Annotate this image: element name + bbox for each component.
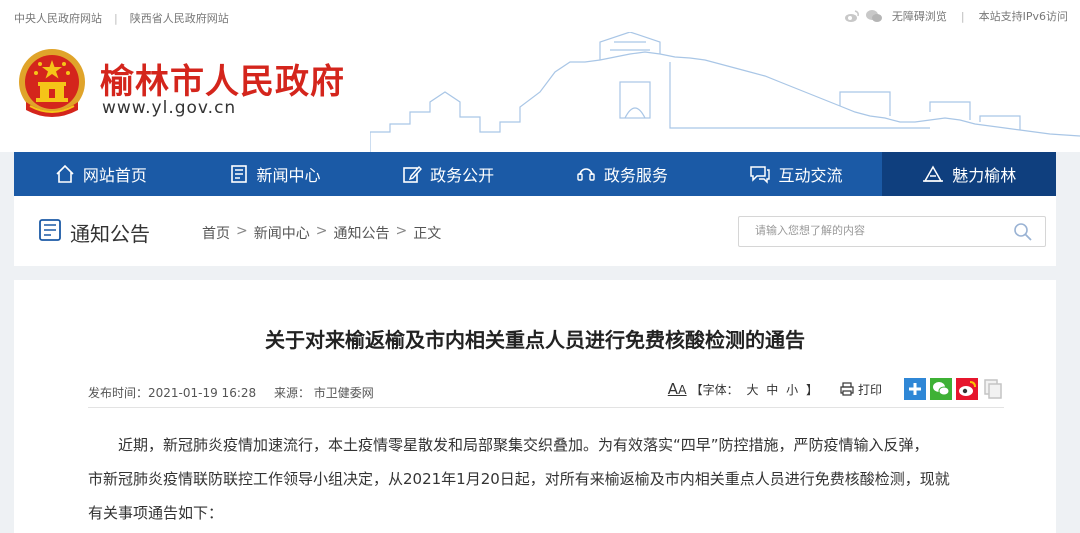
search-box: [738, 216, 1046, 247]
breadcrumb-current: 正文: [413, 226, 442, 242]
nav-item-interaction[interactable]: 互动交流: [709, 152, 883, 196]
divider: |: [114, 11, 118, 25]
breadcrumb-separator: >: [395, 223, 408, 239]
nav-item-news[interactable]: 新闻中心: [188, 152, 362, 196]
breadcrumb-news[interactable]: 新闻中心: [254, 223, 310, 243]
gov-links: 中央人民政府网站 | 陕西省人民政府网站: [14, 10, 229, 26]
section-title: 通知公告: [70, 222, 150, 246]
paragraph: 市新冠肺炎疫情联防联控工作领导小组决定，从2021年1月20日起，对所有来榆返榆…: [88, 470, 950, 488]
breadcrumb-separator: >: [315, 223, 328, 239]
nav-label: 网站首页: [82, 166, 147, 185]
nav-item-home[interactable]: 网站首页: [14, 152, 188, 196]
print-button[interactable]: 打印: [840, 381, 882, 398]
font-size-label-end: 】: [805, 382, 818, 397]
nav-item-charm-yulin[interactable]: 魅力榆林: [882, 152, 1057, 196]
wechat-icon[interactable]: [865, 9, 882, 23]
chat-icon: [749, 166, 770, 184]
nav-item-gov-affairs[interactable]: 政务公开: [361, 152, 535, 196]
divider: |: [960, 9, 965, 23]
breadcrumb-separator: >: [236, 223, 248, 239]
nav-label: 新闻中心: [256, 166, 321, 185]
publish-time: 发布时间：2021-01-19 16:28: [88, 386, 257, 400]
wechat-share-icon[interactable]: [930, 378, 952, 400]
paragraph: 有关事项通告如下：: [88, 504, 224, 522]
service-icon: [577, 168, 595, 181]
accessibility-link[interactable]: 无障碍浏览: [892, 8, 947, 24]
article-tools: AA 【字体： 大 中 小 】 打印: [668, 378, 1004, 400]
article-meta: 发布时间：2021-01-19 16:28 来源： 市卫健委网 AA 【字体： …: [88, 378, 1004, 408]
nav-label: 魅力榆林: [952, 166, 1017, 185]
article-title: 关于对来榆返榆及市内相关重点人员进行免费核酸检测的通告: [265, 328, 805, 352]
article-body: 近期，新冠肺炎疫情加速流行，本土疫情零星散发和局部聚集交织叠加。为有效落实“四早…: [88, 428, 1008, 530]
font-small-button[interactable]: 小: [786, 383, 798, 397]
top-utility-bar: 中央人民政府网站 | 陕西省人民政府网站 无障碍浏览 | 本站支持IPv6访问: [0, 0, 1080, 32]
national-emblem-icon: [19, 49, 85, 117]
paragraph: 近期，新冠肺炎疫情加速流行，本土疫情零星散发和局部聚集交织叠加。为有效落实“四早…: [88, 428, 1008, 462]
search-icon[interactable]: [1013, 222, 1033, 242]
nav-label: 互动交流: [778, 166, 843, 185]
news-icon: [230, 165, 247, 183]
breadcrumb-home[interactable]: 首页: [202, 223, 230, 243]
font-medium-button[interactable]: 中: [766, 383, 778, 397]
paragraph-text: 近期，新冠肺炎疫情加速流行，本土疫情零星散发和局部聚集交织叠加。为有效落实“四早…: [118, 436, 929, 454]
utility-links: 无障碍浏览 | 本站支持IPv6访问: [844, 8, 1068, 24]
section-header: 通知公告 首页 > 新闻中心 > 通知公告 > 正文: [14, 196, 1056, 266]
nav-label: 政务服务: [603, 166, 668, 185]
font-size-label: 【字体：: [690, 382, 739, 397]
notice-icon: [39, 219, 61, 241]
site-header: 榆林市人民政府 www.yl.gov.cn: [0, 32, 1080, 152]
printer-icon: [840, 382, 854, 396]
nav-label: 政务公开: [430, 166, 495, 185]
site-url: www.yl.gov.cn: [102, 98, 237, 118]
weibo-icon[interactable]: [844, 9, 860, 23]
share-more-icon[interactable]: [904, 378, 926, 400]
article-info: 发布时间：2021-01-19 16:28 来源： 市卫健委网: [88, 384, 388, 401]
copy-link-icon[interactable]: [982, 378, 1004, 400]
breadcrumb: 首页 > 新闻中心 > 通知公告 > 正文: [202, 223, 441, 243]
landmark-icon: [923, 165, 944, 182]
print-label: 打印: [857, 382, 882, 397]
weibo-share-icon[interactable]: [956, 378, 978, 400]
nav-item-gov-services[interactable]: 政务服务: [535, 152, 709, 196]
font-size-icon: AA: [667, 380, 687, 398]
home-icon: [56, 164, 74, 183]
article-panel: 关于对来榆返榆及市内相关重点人员进行免费核酸检测的通告 发布时间：2021-01…: [14, 280, 1056, 533]
city-skyline-illustration: [370, 32, 1080, 152]
main-nav: 网站首页 新闻中心 政务公开 政务服务 互动交流 魅力榆林: [14, 152, 1057, 196]
article-source: 来源： 市卫健委网: [273, 386, 374, 400]
province-gov-link[interactable]: 陕西省人民政府网站: [130, 10, 229, 26]
font-size-control: 【字体： 大 中 小 】: [689, 381, 820, 398]
font-large-button[interactable]: 大: [746, 383, 758, 397]
edit-icon: [403, 165, 423, 183]
breadcrumb-notices[interactable]: 通知公告: [333, 223, 389, 243]
ipv6-notice: 本站支持IPv6访问: [978, 10, 1068, 23]
central-gov-link[interactable]: 中央人民政府网站: [14, 10, 102, 26]
site-title[interactable]: 榆林市人民政府: [100, 54, 345, 103]
search-input[interactable]: [755, 224, 1005, 237]
